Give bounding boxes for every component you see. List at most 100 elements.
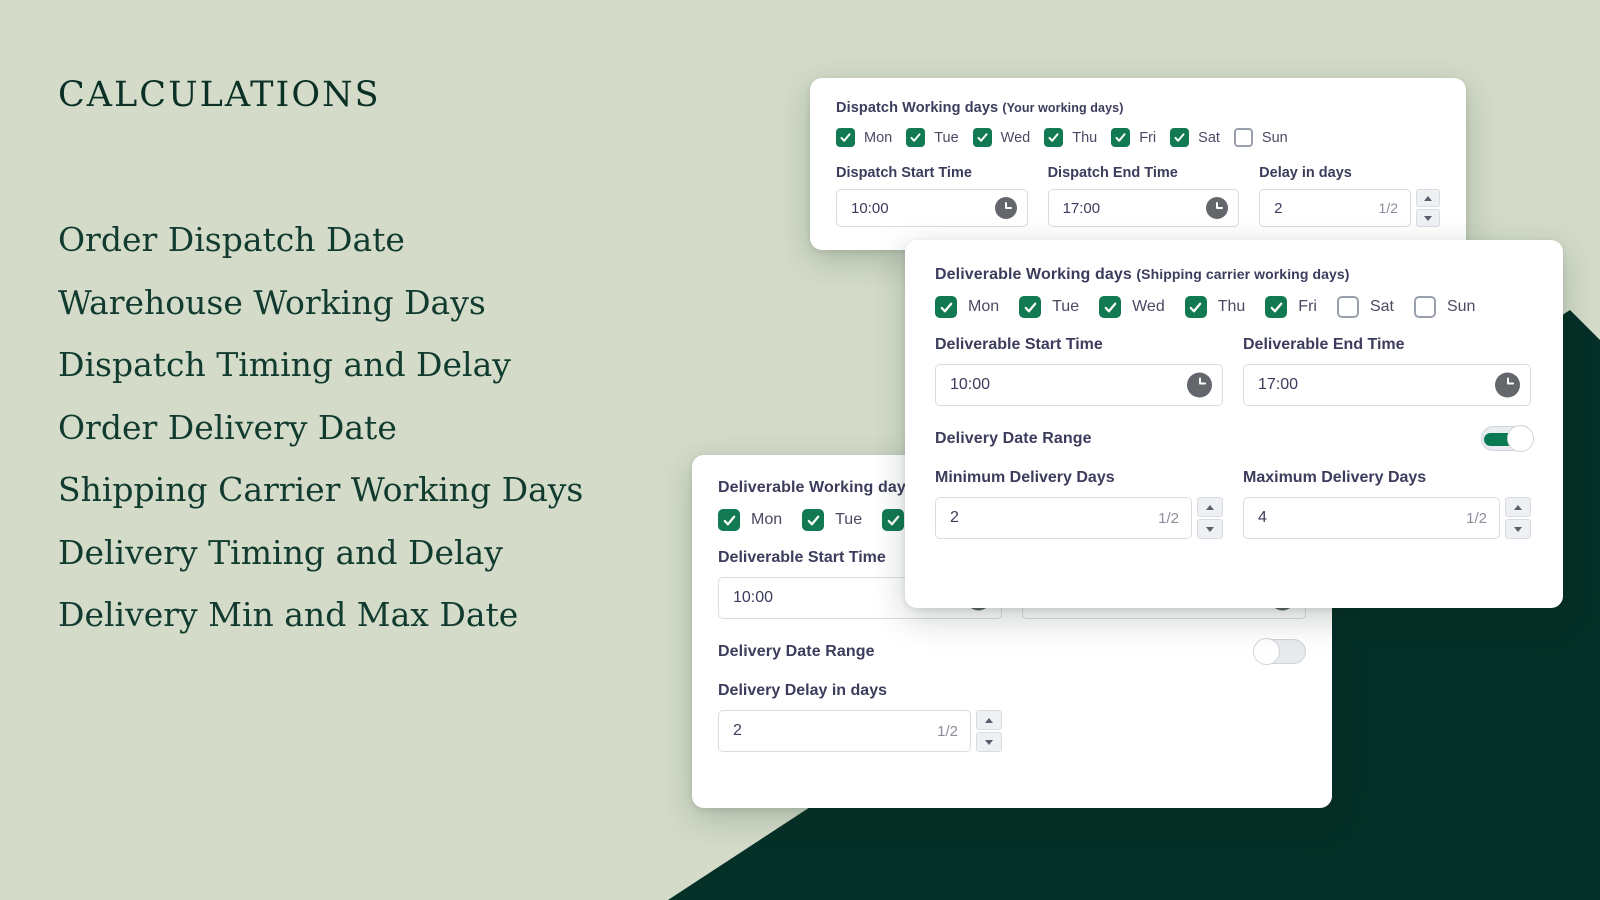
stepper-decrement-button[interactable] — [1197, 519, 1223, 539]
checkbox-icon[interactable] — [906, 128, 926, 147]
fraction-hint: 1/2 — [1378, 200, 1398, 216]
stepper-input[interactable]: 2 1/2 — [1259, 189, 1411, 227]
dispatch-day-sat[interactable]: Sat — [1170, 128, 1220, 147]
day-label: Tue — [934, 129, 959, 146]
checkbox-icon[interactable] — [1111, 128, 1131, 147]
list-item: Shipping Carrier Working Days — [58, 470, 584, 509]
delivery-date-range-label: Delivery Date Range — [718, 642, 875, 660]
checkbox-icon[interactable] — [882, 509, 905, 531]
clock-icon[interactable] — [1187, 372, 1212, 398]
stepper-decrement-button[interactable] — [976, 732, 1002, 752]
checkbox-icon[interactable] — [1184, 296, 1207, 318]
stepper-buttons[interactable] — [1505, 497, 1531, 539]
checkbox-icon[interactable] — [1233, 128, 1253, 147]
delivery-section-title: Deliverable Working days — [718, 479, 915, 496]
maximum-delivery-days-stepper[interactable]: 4 1/2 — [1243, 497, 1531, 539]
checkbox-icon[interactable] — [1336, 296, 1359, 318]
stepper-buttons[interactable] — [1415, 189, 1440, 227]
stepper-buttons[interactable] — [1197, 497, 1223, 539]
input-value: 17:00 — [1062, 199, 1101, 217]
deliverable-date-range-toggle[interactable] — [1481, 425, 1534, 452]
input-value: 10:00 — [733, 589, 774, 606]
dispatch-day-mon[interactable]: Mon — [836, 128, 892, 147]
clock-icon[interactable] — [1206, 197, 1229, 219]
input-value: 10:00 — [851, 199, 889, 217]
dispatch-day-sun[interactable]: Sun — [1233, 128, 1288, 147]
checkbox-icon[interactable] — [1044, 128, 1064, 147]
stepper-decrement-button[interactable] — [1415, 209, 1440, 227]
checkbox-icon[interactable] — [972, 128, 992, 147]
minimum-delivery-days-stepper[interactable]: 2 1/2 — [935, 497, 1223, 539]
deliverable-day-wed[interactable]: Wed — [1099, 296, 1165, 318]
day-label: Fri — [1139, 129, 1157, 146]
dispatch-section-title: Dispatch Working days — [836, 100, 999, 116]
delivery-date-range-toggle[interactable] — [1253, 638, 1306, 665]
clock-icon[interactable] — [994, 197, 1017, 219]
day-label: Wed — [1132, 298, 1165, 315]
stepper-input[interactable]: 2 1/2 — [935, 497, 1192, 539]
input-value: 2 — [950, 509, 959, 526]
checkbox-icon[interactable] — [1099, 296, 1122, 318]
stepper-increment-button[interactable] — [1197, 497, 1223, 517]
day-label: Sat — [1369, 298, 1394, 315]
day-label: Sun — [1261, 129, 1288, 146]
input-value: 2 — [733, 722, 742, 739]
field-label: Dispatch End Time — [1047, 165, 1178, 181]
fraction-hint: 1/2 — [1466, 509, 1487, 527]
deliverable-day-mon[interactable]: Mon — [935, 296, 999, 318]
checkbox-icon[interactable] — [1019, 296, 1042, 318]
deliverable-day-sun[interactable]: Sun — [1413, 296, 1475, 318]
checkbox-icon[interactable] — [718, 509, 740, 531]
checkbox-icon[interactable] — [802, 509, 825, 531]
caret-down-icon — [985, 739, 993, 745]
input-value: 2 — [1274, 199, 1283, 217]
checkbox-icon[interactable] — [1170, 128, 1190, 147]
clock-icon[interactable] — [1495, 372, 1520, 398]
delivery-delay-field: Delivery Delay in days 2 1/2 — [718, 682, 1002, 752]
checkbox-icon[interactable] — [1413, 296, 1436, 318]
caret-down-icon — [1514, 526, 1522, 532]
caret-down-icon — [1206, 526, 1214, 532]
dispatch-day-fri[interactable]: Fri — [1111, 128, 1156, 147]
deliverable-day-tue[interactable]: Tue — [1019, 296, 1079, 318]
deliverable-day-sat[interactable]: Sat — [1336, 296, 1394, 318]
dispatch-days-row: Mon Tue Wed Thu Fri Sat Sun — [836, 128, 1440, 147]
minimum-delivery-days-field: Minimum Delivery Days 2 1/2 — [935, 469, 1223, 539]
dispatch-end-time-input[interactable]: 17:00 — [1047, 189, 1240, 227]
deliverable-end-time-input[interactable]: 17:00 — [1243, 364, 1531, 406]
delivery-day-mon[interactable]: Mon — [718, 509, 782, 531]
maximum-delivery-days-field: Maximum Delivery Days 4 1/2 — [1243, 469, 1531, 539]
list-item: Warehouse Working Days — [58, 282, 486, 322]
stepper-increment-button[interactable] — [976, 710, 1002, 730]
stepper-decrement-button[interactable] — [1505, 519, 1531, 539]
stepper-input[interactable]: 4 1/2 — [1243, 497, 1500, 539]
deliverable-start-time-input[interactable]: 10:00 — [935, 364, 1223, 406]
fraction-hint: 1/2 — [1158, 509, 1179, 527]
checkbox-icon[interactable] — [836, 128, 855, 147]
delivery-day-tue[interactable]: Tue — [802, 509, 862, 531]
dispatch-day-thu[interactable]: Thu — [1044, 128, 1097, 147]
stepper-input[interactable]: 2 1/2 — [718, 710, 971, 752]
deliverable-day-fri[interactable]: Fri — [1265, 296, 1317, 318]
deliverable-days-row: Mon Tue Wed Thu Fri Sat Sun — [935, 296, 1533, 318]
delivery-delay-stepper[interactable]: 2 1/2 — [718, 710, 1002, 752]
field-label: Minimum Delivery Days — [935, 469, 1115, 486]
field-label: Deliverable End Time — [1243, 336, 1405, 353]
checkbox-icon[interactable] — [935, 296, 957, 318]
deliverable-day-thu[interactable]: Thu — [1184, 296, 1245, 318]
list-item: Delivery Min and Max Date — [58, 595, 519, 634]
dispatch-day-wed[interactable]: Wed — [972, 128, 1030, 147]
toggle-knob — [1507, 425, 1534, 452]
checkbox-icon[interactable] — [1265, 296, 1288, 318]
dispatch-start-time-input[interactable]: 10:00 — [836, 189, 1028, 227]
caret-up-icon — [1423, 195, 1432, 201]
stepper-increment-button[interactable] — [1505, 497, 1531, 517]
stepper-buttons[interactable] — [976, 710, 1002, 752]
dispatch-day-tue[interactable]: Tue — [906, 128, 959, 147]
stepper-increment-button[interactable] — [1415, 189, 1440, 207]
dispatch-fields-row: Dispatch Start Time 10:00 Dispatch End T… — [836, 165, 1440, 227]
toggle-knob — [1253, 638, 1280, 665]
dispatch-delay-stepper[interactable]: 2 1/2 — [1259, 189, 1440, 227]
day-label: Mon — [968, 298, 1000, 315]
dispatch-section-label: Dispatch Working days (Your working days… — [836, 100, 1440, 116]
